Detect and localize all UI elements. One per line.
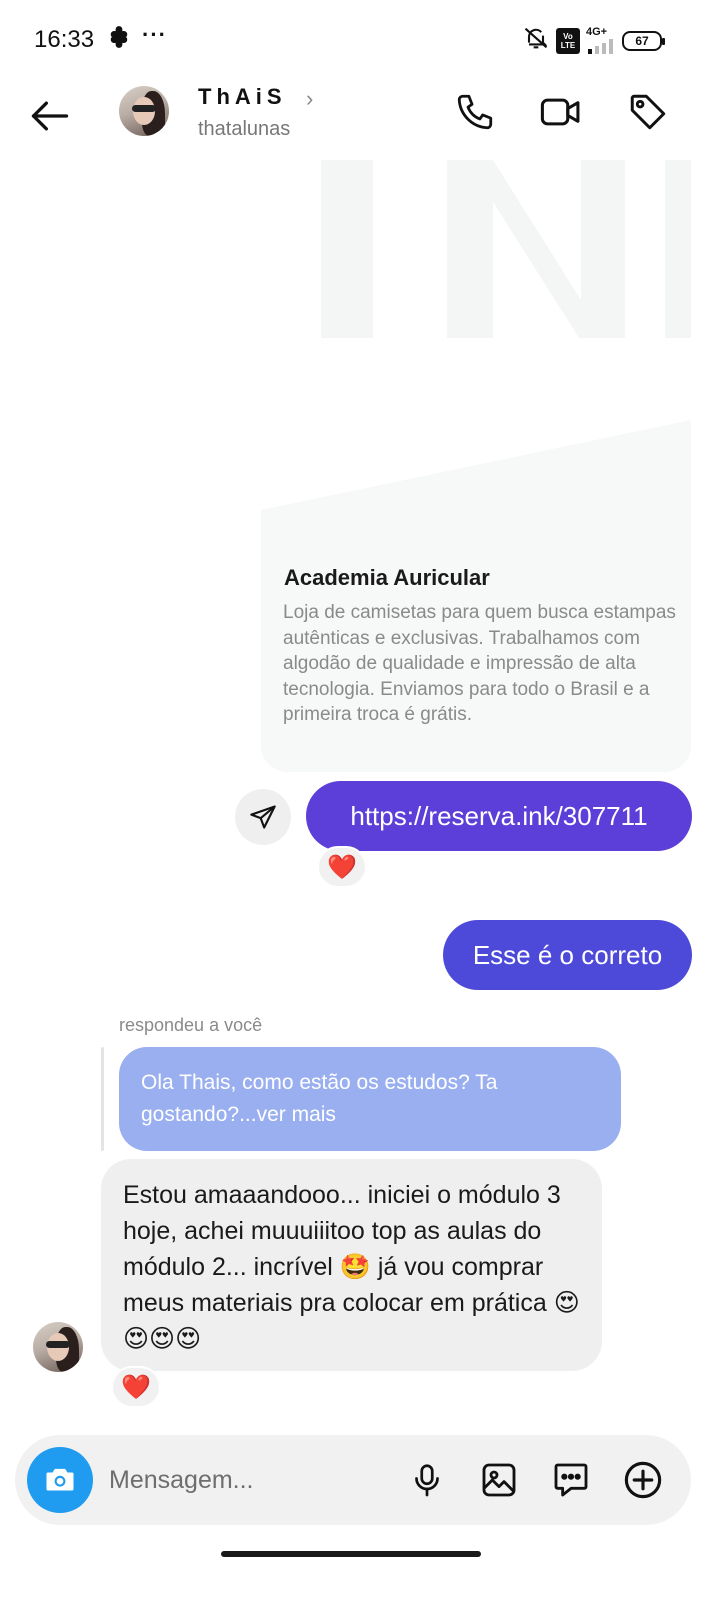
volte-icon: Vo LTE <box>556 27 580 54</box>
heart-icon: ❤️ <box>121 1373 151 1401</box>
video-camera-icon <box>540 98 580 126</box>
more-icon: ··· <box>142 21 167 47</box>
clover-icon <box>106 24 132 55</box>
incoming-message-bubble[interactable]: Estou amaaandooo... iniciei o módulo 3 h… <box>101 1159 602 1371</box>
gallery-button[interactable] <box>477 1458 521 1502</box>
gallery-icon <box>482 1463 516 1497</box>
camera-icon <box>46 1468 74 1491</box>
back-arrow-icon <box>31 101 69 131</box>
contact-name[interactable]: ThAiS <box>198 84 287 110</box>
status-bar: 16:33 ··· Vo LTE 4G+ 67 <box>0 0 720 80</box>
battery-level: 67 <box>635 33 649 48</box>
reply-label: respondeu a você <box>119 1015 263 1035</box>
heart-icon: ❤️ <box>327 853 357 881</box>
status-time: 16:33 <box>34 26 95 53</box>
microphone-icon <box>415 1464 439 1497</box>
message-input[interactable] <box>109 1459 399 1501</box>
message-bubble-correct[interactable]: Esse é o correto <box>443 920 692 990</box>
chevron-right-icon[interactable]: › <box>306 86 313 112</box>
link-preview-image <box>261 160 691 510</box>
battery-icon: 67 <box>622 30 665 51</box>
share-button[interactable] <box>235 789 291 845</box>
mute-icon <box>522 24 550 57</box>
tag-icon <box>630 94 666 130</box>
add-button[interactable] <box>621 1458 665 1502</box>
back-button[interactable] <box>26 92 74 140</box>
phone-icon <box>457 94 493 130</box>
reaction-heart[interactable]: ❤️ <box>111 1366 161 1408</box>
video-call-button[interactable] <box>539 90 583 134</box>
contact-avatar[interactable] <box>119 86 169 136</box>
contact-username[interactable]: thatalunas <box>198 118 290 141</box>
chat-header: ThAiS › thatalunas <box>0 80 720 160</box>
plus-icon <box>624 1461 662 1499</box>
reply-divider <box>101 1047 104 1151</box>
paper-plane-icon <box>250 805 276 829</box>
sticker-icon <box>554 1463 588 1497</box>
link-preview-card[interactable]: Academia Auricular Loja de camisetas par… <box>261 160 691 772</box>
link-preview-description: Loja de camisetas para quem busca estamp… <box>283 602 676 726</box>
sender-avatar[interactable] <box>33 1322 83 1372</box>
camera-button[interactable] <box>27 1447 93 1513</box>
message-composer <box>15 1435 691 1525</box>
network-type: 4G+ <box>586 26 608 38</box>
message-bubble-link[interactable]: https://reserva.ink/307711 <box>306 781 692 851</box>
home-indicator[interactable] <box>221 1551 481 1557</box>
call-button[interactable] <box>453 90 497 134</box>
signal-icon: 4G+ <box>586 27 616 54</box>
reaction-heart[interactable]: ❤️ <box>317 846 367 888</box>
microphone-button[interactable] <box>405 1458 449 1502</box>
ink-logo-icon <box>261 160 691 510</box>
tag-button[interactable] <box>626 90 670 134</box>
quoted-message-bubble[interactable]: Ola Thais, como estão os estudos? Ta gos… <box>119 1047 621 1151</box>
link-preview-title: Academia Auricular <box>284 565 490 590</box>
sticker-button[interactable] <box>549 1458 593 1502</box>
